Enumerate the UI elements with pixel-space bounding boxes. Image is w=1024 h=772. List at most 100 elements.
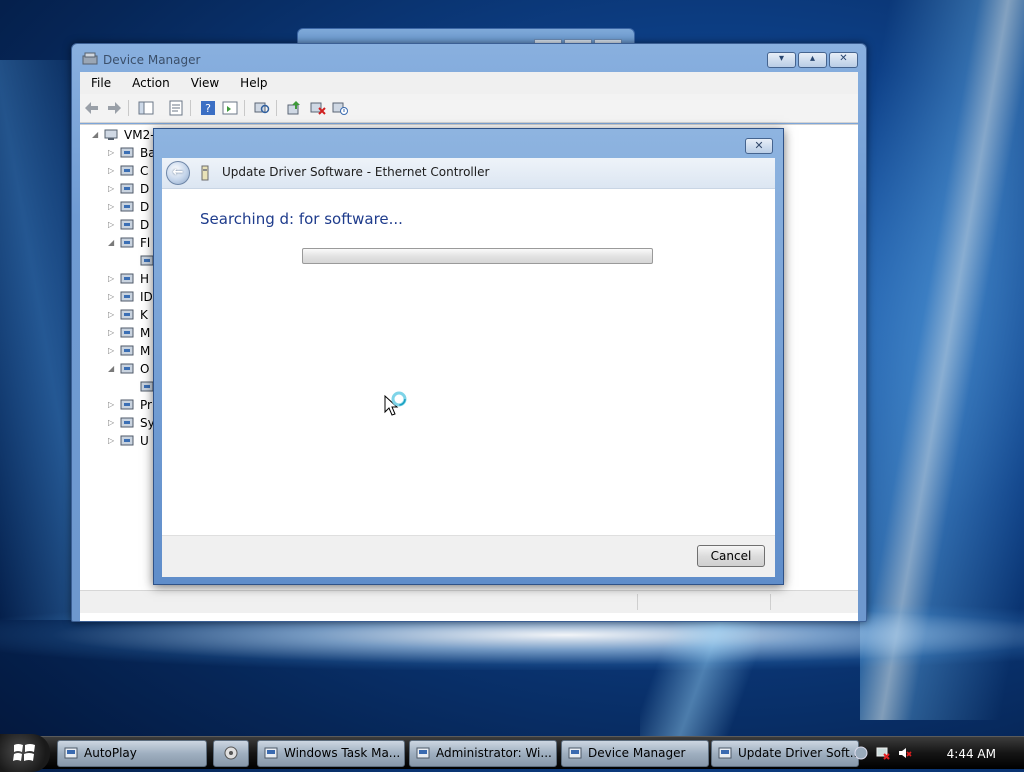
taskbar-button[interactable]: AutoPlay (57, 740, 207, 767)
taskbar-button-label: Update Driver Soft... (738, 746, 859, 760)
expand-icon[interactable]: ▷ (108, 166, 116, 176)
autoplay-icon (64, 747, 78, 759)
ethernet-controller-icon (201, 165, 209, 181)
tree-item-label: D (140, 182, 150, 196)
floppy-controller-icon (120, 237, 134, 248)
system-devices-icon (120, 417, 134, 428)
uninstall-icon[interactable] (310, 100, 326, 116)
search-status-text: Searching d: for software... (200, 210, 403, 228)
expand-icon[interactable]: ▷ (108, 436, 116, 446)
tree-item-label: U (140, 434, 149, 448)
console-tree-icon[interactable] (138, 100, 154, 116)
disable-device-icon[interactable] (332, 100, 348, 116)
start-button[interactable] (0, 734, 50, 772)
taskbar-button-label: Device Manager (588, 746, 686, 760)
quick-launch-button[interactable] (213, 740, 249, 767)
close-icon: ✕ (839, 53, 848, 64)
expand-icon[interactable]: ▷ (108, 346, 116, 356)
clock[interactable]: 4:44 AM (947, 747, 996, 761)
tree-item-label: K (140, 308, 148, 322)
volume-muted-icon[interactable] (898, 746, 912, 760)
back-button[interactable]: ← (166, 161, 190, 185)
properties-icon[interactable] (168, 100, 184, 116)
svg-text:?: ? (205, 102, 211, 115)
collapse-icon[interactable]: ◢ (92, 130, 100, 140)
expand-icon[interactable]: ▷ (108, 274, 116, 284)
collapse-icon[interactable]: ◢ (108, 238, 116, 248)
device-manager-icon (568, 747, 582, 759)
taskbar-button[interactable]: Windows Task Ma... (257, 740, 405, 767)
dialog-footer: Cancel (162, 535, 775, 577)
menu-help[interactable]: Help (229, 76, 277, 90)
expand-icon[interactable]: ▷ (108, 292, 116, 302)
taskbar: AutoPlay Windows Task Ma... Administrator:… (0, 734, 1024, 772)
dialog-close-button[interactable]: ✕ (745, 138, 773, 154)
tree-item-label: Fl (140, 236, 151, 250)
dialog-title: Update Driver Software - Ethernet Contro… (222, 165, 490, 179)
other-devices-icon (120, 363, 134, 374)
expand-icon[interactable]: ▷ (108, 310, 116, 320)
command-prompt-icon (416, 747, 430, 759)
menu-view[interactable]: View (180, 76, 229, 90)
menu-file[interactable]: File (80, 76, 121, 90)
update-driver-icon (718, 747, 732, 759)
computer-icon (120, 165, 134, 176)
system-tray: 4:44 AM (854, 737, 1024, 769)
dialog-content: Searching d: for software... (162, 189, 775, 535)
toolbar: ? (80, 94, 858, 123)
expand-icon[interactable]: ▷ (108, 184, 116, 194)
expand-icon[interactable]: ▷ (108, 418, 116, 428)
back-arrow-icon: ← (172, 165, 184, 180)
device-manager-titlebar[interactable]: Device Manager ▾ ▴ ✕ (72, 44, 866, 74)
status-bar (80, 590, 858, 613)
dialog-header: ← Update Driver Software - Ethernet Cont… (162, 158, 775, 189)
tree-item-label: ID (140, 290, 153, 304)
taskbar-button-label: Administrator: Wi... (436, 746, 552, 760)
wallpaper-streak (640, 620, 760, 740)
taskbar-button[interactable]: Update Driver Soft... (711, 740, 859, 767)
minimize-icon: ▾ (778, 53, 785, 64)
monitor-icon (120, 345, 134, 356)
tree-item-label: M (140, 326, 151, 340)
network-disconnected-icon[interactable] (876, 746, 890, 760)
maximize-button[interactable]: ▴ (798, 52, 827, 68)
scan-hardware-icon[interactable] (254, 100, 270, 116)
search-progress-bar (302, 248, 653, 264)
update-driver-dialog[interactable]: ✕ ← Update Driver Software - Ethernet Co… (153, 128, 784, 585)
tree-item-label: D (140, 218, 150, 232)
minimize-button[interactable]: ▾ (767, 52, 796, 68)
back-arrow-icon[interactable] (84, 100, 100, 116)
expand-icon[interactable]: ▷ (108, 202, 116, 212)
expand-icon[interactable]: ▷ (108, 220, 116, 230)
ide-controller-icon (120, 291, 134, 302)
expand-icon[interactable]: ▷ (108, 400, 116, 410)
update-driver-icon[interactable] (286, 100, 302, 116)
cancel-button[interactable]: Cancel (697, 545, 765, 567)
tree-root[interactable]: ◢ VM2- (92, 127, 162, 143)
keyboard-icon (120, 309, 134, 320)
help-icon[interactable]: ? (200, 100, 216, 116)
device-manager-icon (82, 52, 98, 65)
window-title: Device Manager (103, 53, 201, 67)
collapse-icon[interactable]: ◢ (108, 364, 116, 374)
taskbar-button-label: Windows Task Ma... (284, 746, 401, 760)
disk-drive-icon (120, 183, 134, 194)
busy-cursor-icon (384, 391, 407, 416)
taskbar-button[interactable]: Device Manager (561, 740, 709, 767)
taskbar-button[interactable]: Administrator: Wi... (409, 740, 557, 767)
show-hidden-icon[interactable] (222, 100, 238, 116)
mouse-icon (120, 327, 134, 338)
battery-icon (120, 147, 134, 158)
tree-item-label: D (140, 200, 150, 214)
expand-icon[interactable]: ▷ (108, 148, 116, 158)
expand-icon[interactable]: ▷ (108, 328, 116, 338)
close-button[interactable]: ✕ (829, 52, 858, 68)
forward-arrow-icon[interactable] (106, 100, 122, 116)
network-icon[interactable] (854, 746, 868, 760)
menu-action[interactable]: Action (121, 76, 180, 90)
close-icon: ✕ (754, 139, 764, 152)
quick-launch-icon (224, 746, 238, 760)
tree-root-label: VM2- (124, 128, 155, 142)
tree-item-label: Pr (140, 398, 152, 412)
maximize-icon: ▴ (809, 53, 816, 64)
